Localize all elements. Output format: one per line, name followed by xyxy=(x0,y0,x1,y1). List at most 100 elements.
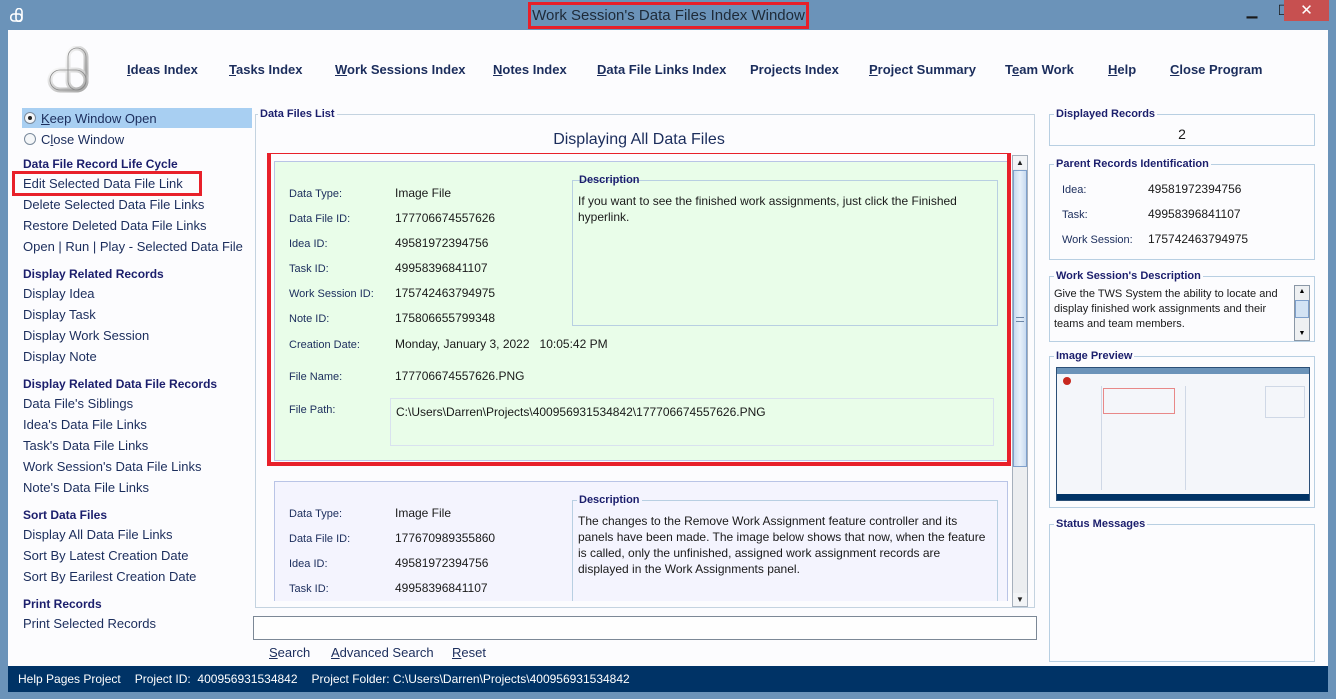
description-scrollbar[interactable]: ▲ ▼ xyxy=(1294,285,1310,341)
ideas-data-file-links[interactable]: Idea's Data File Links xyxy=(22,414,252,435)
nav-notes-index[interactable]: Notes Index xyxy=(493,62,567,77)
nav-work-sessions-index[interactable]: Work Sessions Index xyxy=(335,62,466,77)
display-task[interactable]: Display Task xyxy=(22,304,252,325)
reset-button[interactable]: Reset xyxy=(452,645,486,660)
nav-close-program[interactable]: Close Program xyxy=(1170,62,1262,77)
close-window-radio[interactable]: Close Window xyxy=(22,129,252,149)
data-files-siblings[interactable]: Data File's Siblings xyxy=(22,393,252,414)
close-window-label: Close Window xyxy=(41,131,125,147)
nav-ideas-index[interactable]: Ideas Index xyxy=(127,62,198,77)
restore-deleted-data-file-links[interactable]: Restore Deleted Data File Links xyxy=(22,215,252,236)
nav-tasks-index[interactable]: Tasks Index xyxy=(229,62,302,77)
edit-selected-data-file-link[interactable]: Edit Selected Data File Link xyxy=(12,171,202,196)
work-session-description-legend: Work Session's Description xyxy=(1054,269,1203,283)
image-preview-panel: Image Preview xyxy=(1049,349,1315,508)
status-messages-panel: Status Messages xyxy=(1049,517,1315,662)
nav-team-work[interactable]: Team Work xyxy=(1005,62,1074,77)
tasks-data-file-links[interactable]: Task's Data File Links xyxy=(22,435,252,456)
nav-notes-index-label: otes Index xyxy=(502,62,567,77)
section-heading-life-cycle: Data File Record Life Cycle xyxy=(23,157,178,171)
nav-tasks-index-label: asks Index xyxy=(235,62,303,77)
task-id-value: 49958396841107 xyxy=(395,581,488,595)
project-name: Help Pages Project xyxy=(18,672,121,686)
advanced-search-button[interactable]: Advanced Search xyxy=(331,645,434,660)
open-run-play-selected-data-file[interactable]: Open | Run | Play - Selected Data File xyxy=(22,236,252,257)
displayed-records-count: 2 xyxy=(1178,126,1186,142)
print-selected-records[interactable]: Print Selected Records xyxy=(22,613,252,634)
nav-team-work-label: Team Work xyxy=(1005,62,1074,77)
display-work-session[interactable]: Display Work Session xyxy=(22,325,252,346)
left-panel: Keep Window Open Close Window Data File … xyxy=(12,108,252,634)
keep-window-open-label: Keep Window Open xyxy=(41,110,157,126)
nav-data-file-links-index[interactable]: Data File Links Index xyxy=(597,62,726,77)
data-file-id-label: Data File ID: xyxy=(289,533,351,545)
radio-checked-icon xyxy=(24,112,36,124)
image-preview-thumbnail[interactable] xyxy=(1056,367,1310,501)
notes-data-file-links[interactable]: Note's Data File Links xyxy=(22,477,252,498)
project-folder: Project Folder: C:\Users\Darren\Projects… xyxy=(311,672,630,686)
client-area: Ideas Index Tasks Index Work Sessions In… xyxy=(8,30,1328,692)
data-files-viewport: Data Type: Image File Data File ID: 1777… xyxy=(264,153,1014,601)
idea-id-label: Idea ID: xyxy=(289,558,328,570)
status-bar: Help Pages Project Project ID: 4009569315… xyxy=(8,666,1328,692)
search-input[interactable] xyxy=(253,616,1037,640)
data-type-value: Image File xyxy=(395,506,452,520)
grip-icon xyxy=(1016,317,1024,322)
scroll-down-arrow-icon[interactable]: ▼ xyxy=(1013,593,1027,606)
list-scrollbar[interactable]: ▲ ▼ xyxy=(1012,155,1028,607)
project-id: Project ID: 400956931534842 xyxy=(134,672,298,686)
scroll-thumb[interactable] xyxy=(1295,300,1309,318)
parent-idea-label: Idea: xyxy=(1062,184,1087,196)
idea-id-value: 49581972394756 xyxy=(395,556,489,570)
data-files-list-panel: Data Files List Displaying All Data File… xyxy=(255,107,1035,608)
search-button[interactable]: Search xyxy=(269,645,310,660)
image-preview-legend: Image Preview xyxy=(1054,349,1135,363)
scroll-up-arrow-icon[interactable]: ▲ xyxy=(1295,286,1309,298)
task-id-label: Task ID: xyxy=(289,583,329,595)
parent-records-panel: Parent Records Identification Idea: 4958… xyxy=(1049,157,1315,260)
app-window: Work Session's Data Files Index Window ▁… xyxy=(0,0,1336,699)
advanced-search-label: dvanced Search xyxy=(339,645,434,660)
nav-data-file-links-index-label: ata File Links Index xyxy=(606,62,727,77)
data-file-record[interactable]: Data Type: Image File Data File ID: 1776… xyxy=(274,481,1008,601)
data-file-id-value: 177670989355860 xyxy=(395,531,496,545)
nav-projects-index[interactable]: Projects Index xyxy=(750,62,839,77)
chain-link-logo-icon xyxy=(47,46,89,93)
nav-work-sessions-index-label: ork Sessions Index xyxy=(347,62,466,77)
parent-task-value: 49958396841107 xyxy=(1148,207,1241,221)
selection-highlight xyxy=(267,153,1011,466)
section-heading-related-records: Display Related Records xyxy=(23,267,164,281)
scroll-thumb[interactable] xyxy=(1013,170,1027,467)
data-files-list-legend: Data Files List xyxy=(258,107,337,121)
nav-project-summary-label: roject Summary xyxy=(877,62,976,77)
search-button-label: earch xyxy=(277,645,311,660)
description-legend: Description xyxy=(577,493,642,507)
work-sessions-data-file-links[interactable]: Work Session's Data File Links xyxy=(22,456,252,477)
parent-idea-value: 49581972394756 xyxy=(1148,182,1242,196)
display-note[interactable]: Display Note xyxy=(22,346,252,367)
scroll-down-arrow-icon[interactable]: ▼ xyxy=(1295,328,1309,340)
parent-work-session-label: Work Session: xyxy=(1062,234,1133,246)
keep-window-open-radio[interactable]: Keep Window Open xyxy=(22,108,252,128)
section-heading-print: Print Records xyxy=(23,597,102,611)
close-button[interactable]: ✕ xyxy=(1284,0,1329,21)
work-session-description-panel: Work Session's Description Give the TWS … xyxy=(1049,269,1315,342)
display-all-data-file-links[interactable]: Display All Data File Links xyxy=(22,524,252,545)
delete-selected-data-file-links[interactable]: Delete Selected Data File Links xyxy=(22,194,252,215)
display-idea[interactable]: Display Idea xyxy=(22,283,252,304)
sort-by-latest-creation-date[interactable]: Sort By Latest Creation Date xyxy=(22,545,252,566)
nav-ideas-index-label: deas Index xyxy=(130,62,198,77)
displayed-records-legend: Displayed Records xyxy=(1054,107,1158,121)
description-box: Description The changes to the Remove Wo… xyxy=(572,493,998,601)
displayed-records-panel: Displayed Records 2 xyxy=(1049,107,1315,146)
nav-projects-index-label: Projects Index xyxy=(750,62,839,77)
parent-task-label: Task: xyxy=(1062,209,1088,221)
scroll-up-arrow-icon[interactable]: ▲ xyxy=(1013,156,1027,169)
nav-project-summary[interactable]: Project Summary xyxy=(869,62,976,77)
section-heading-related-data-files: Display Related Data File Records xyxy=(23,377,218,391)
parent-records-legend: Parent Records Identification xyxy=(1054,157,1211,171)
nav-help[interactable]: Help xyxy=(1108,62,1136,77)
work-session-description-text: Give the TWS System the ability to locat… xyxy=(1054,288,1278,330)
chain-link-icon xyxy=(10,8,23,22)
sort-by-earliest-creation-date[interactable]: Sort By Earilest Creation Date xyxy=(22,566,252,587)
